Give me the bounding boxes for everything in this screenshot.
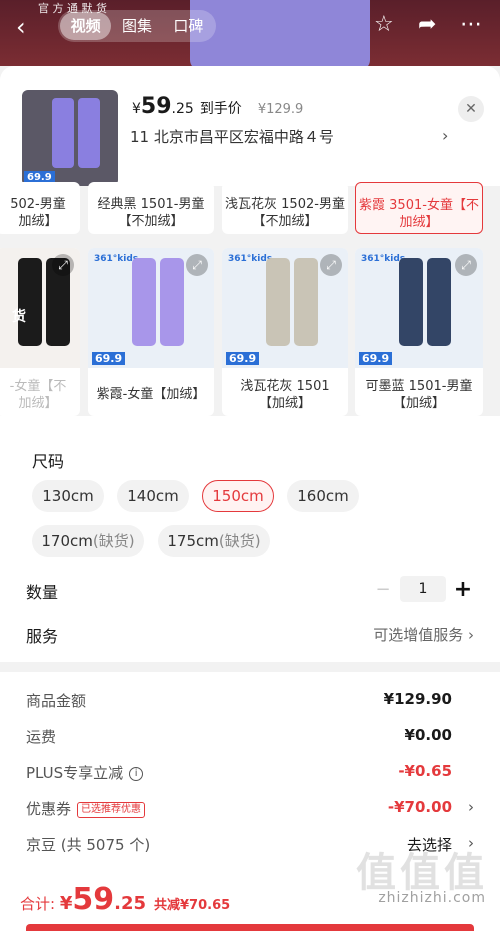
tab-gallery[interactable]: 图集 bbox=[111, 12, 162, 40]
variant-option[interactable]: 361°kids 69.9 ⤢ 浅瓦花灰 1501 【加绒】 bbox=[222, 248, 348, 416]
variant-label: 浅瓦花灰 1501 【加绒】 bbox=[240, 379, 330, 411]
back-icon[interactable]: ‹ bbox=[16, 14, 42, 40]
variant-option[interactable]: 经典黑 1501-男童 【不加绒】 bbox=[88, 182, 214, 234]
tab-reviews[interactable]: 口碑 bbox=[163, 12, 214, 40]
quantity-stepper: − 1 + bbox=[372, 576, 474, 602]
shipping-value: ¥0.00 bbox=[404, 726, 452, 744]
goods-amount-value: ¥129.90 bbox=[383, 690, 452, 708]
chevron-right-icon: › bbox=[468, 626, 474, 644]
delivery-address[interactable]: 11 北京市昌平区宏福中路４号 bbox=[130, 126, 334, 147]
service-selector[interactable]: 可选增值服务 › bbox=[373, 624, 474, 645]
chevron-right-icon[interactable]: › bbox=[442, 126, 448, 145]
total-label: 合计: bbox=[20, 895, 56, 913]
variant-label: 可墨蓝 1501-男童 【加绒】 bbox=[365, 379, 473, 411]
plus-discount-row: PLUS专享立减 i bbox=[26, 762, 144, 783]
confirm-button[interactable] bbox=[26, 924, 474, 931]
price-tag: 到手价 bbox=[199, 101, 242, 117]
total-savings: 共减¥70.65 bbox=[154, 898, 231, 913]
plus-discount-label: PLUS专享立减 bbox=[26, 764, 124, 782]
media-tabs: 视频 图集 口碑 bbox=[58, 10, 216, 42]
variant-label: 502-男童 加绒】 bbox=[10, 197, 66, 229]
price-integer: 59 bbox=[140, 94, 172, 119]
info-icon[interactable]: i bbox=[129, 766, 144, 781]
variant-option[interactable]: 361°kids 69.9 ⤢ 紫霞-女童【加绒】 bbox=[88, 248, 214, 416]
variant-label: 浅瓦花灰 1502-男童 【不加绒】 bbox=[225, 197, 345, 229]
variant-grid: 502-男童 加绒】 经典黑 1501-男童 【不加绒】 浅瓦花灰 1502-男… bbox=[0, 182, 500, 416]
size-option-150-selected[interactable]: 150cm bbox=[202, 480, 274, 512]
price-line: ¥59.25 到手价 ¥129.9 bbox=[132, 94, 303, 119]
variant-label: 经典黑 1501-男童 【不加绒】 bbox=[97, 197, 205, 229]
expand-icon[interactable]: ⤢ bbox=[186, 254, 208, 276]
expand-icon[interactable]: ⤢ bbox=[455, 254, 477, 276]
total-integer: 59 bbox=[72, 882, 115, 917]
variant-option[interactable]: 浅瓦花灰 1502-男童 【不加绒】 bbox=[222, 182, 348, 234]
checkout-footer: 值值值 合计: ¥59.25 共减¥70.65 zhizhizhi.com bbox=[0, 850, 500, 931]
size-option-175[interactable]: 175cm(缺货) bbox=[158, 525, 270, 557]
variant-price-badge: 69.9 bbox=[92, 352, 126, 365]
size-label: 尺码 bbox=[32, 452, 65, 471]
plus-discount-value: -¥0.65 bbox=[398, 762, 452, 780]
quantity-input[interactable]: 1 bbox=[400, 576, 446, 602]
product-video-frame bbox=[190, 0, 370, 66]
size-option-130[interactable]: 130cm bbox=[32, 480, 104, 512]
sku-sheet: 69.9 ¥59.25 到手价 ¥129.9 11 北京市昌平区宏福中路４号 › ✕… bbox=[0, 66, 500, 931]
product-thumbnail[interactable]: 69.9 bbox=[22, 90, 118, 186]
quantity-label: 数量 bbox=[26, 583, 59, 602]
more-icon[interactable]: ⋯ bbox=[460, 12, 482, 37]
size-option-160[interactable]: 160cm bbox=[287, 480, 359, 512]
out-of-stock-label: (缺货) bbox=[92, 532, 135, 550]
media-header: 官 方 通 默 货 ‹ 视频 图集 口碑 ☆ ➦ ⋯ bbox=[0, 0, 500, 66]
variant-corner-text: 货 bbox=[12, 309, 26, 325]
total-decimal: .25 bbox=[114, 893, 147, 914]
variant-price-badge: 69.9 bbox=[226, 352, 260, 365]
minus-icon[interactable]: − bbox=[372, 579, 394, 600]
service-label: 服务 bbox=[26, 627, 59, 646]
variant-label: 紫霞-女童【加绒】 bbox=[96, 387, 206, 402]
coupon-label: 优惠券 bbox=[26, 800, 72, 818]
variant-price-badge: 69.9 bbox=[359, 352, 393, 365]
coupon-recommended-pill: 已选推荐优惠 bbox=[77, 801, 146, 818]
size-value: 175cm bbox=[167, 532, 219, 550]
variant-option[interactable]: 502-男童 加绒】 bbox=[0, 182, 80, 234]
close-icon[interactable]: ✕ bbox=[458, 96, 484, 122]
watermark-text: zhizhizhi.com bbox=[378, 890, 486, 906]
variant-option[interactable]: 货 ⤢ -女童【不 加绒】 bbox=[0, 248, 80, 416]
size-option-140[interactable]: 140cm bbox=[117, 480, 189, 512]
total-currency: ¥ bbox=[59, 893, 73, 914]
goods-amount-label: 商品金额 bbox=[26, 692, 87, 710]
coupon-row[interactable]: 优惠券 已选推荐优惠 bbox=[26, 798, 146, 819]
total-price: 合计: ¥59.25 共减¥70.65 bbox=[20, 882, 230, 917]
jingdou-label: 京豆 (共 5075 个) bbox=[26, 836, 151, 854]
size-option-170[interactable]: 170cm(缺货) bbox=[32, 525, 144, 557]
variant-option[interactable]: 361°kids 69.9 ⤢ 可墨蓝 1501-男童 【加绒】 bbox=[355, 248, 483, 416]
price-decimal: .25 bbox=[171, 101, 194, 117]
tab-video[interactable]: 视频 bbox=[60, 12, 112, 40]
variant-label: -女童【不 加绒】 bbox=[9, 379, 67, 411]
original-price: ¥129.9 bbox=[257, 102, 304, 117]
out-of-stock-label: (缺货) bbox=[218, 532, 261, 550]
size-value: 170cm bbox=[41, 532, 93, 550]
variant-option-selected[interactable]: 紫霞 3501-女童【不 加绒】 bbox=[355, 182, 483, 234]
expand-icon[interactable]: ⤢ bbox=[320, 254, 342, 276]
favorite-star-icon[interactable]: ☆ bbox=[374, 12, 394, 37]
section-divider bbox=[0, 662, 500, 672]
plus-icon[interactable]: + bbox=[452, 577, 474, 602]
shipping-label: 运费 bbox=[26, 728, 57, 746]
price-currency: ¥ bbox=[132, 101, 141, 117]
expand-icon[interactable]: ⤢ bbox=[52, 254, 74, 276]
coupon-value: -¥70.00 bbox=[387, 798, 452, 816]
variant-label: 紫霞 3501-女童【不 加绒】 bbox=[359, 198, 479, 230]
share-icon[interactable]: ➦ bbox=[418, 12, 436, 37]
chevron-right-icon[interactable]: › bbox=[468, 798, 474, 816]
service-value: 可选增值服务 bbox=[373, 626, 464, 644]
